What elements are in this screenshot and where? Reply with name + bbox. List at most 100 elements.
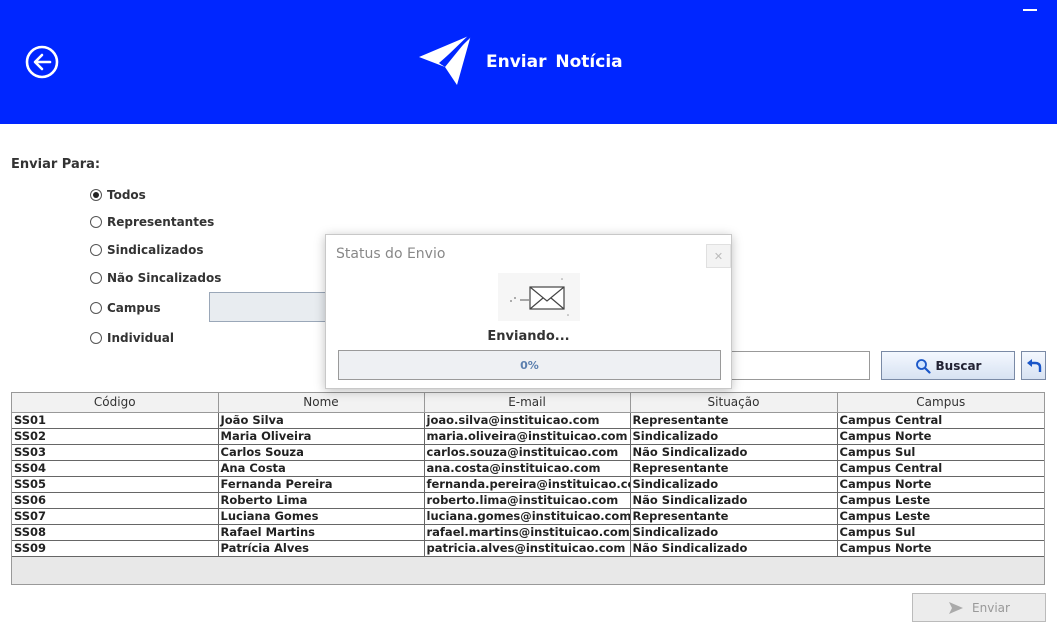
status-dialog: Status do Envio ✕ Enviando... 0%: [325, 234, 732, 389]
table-cell: Sindicalizado: [630, 524, 838, 541]
table-cell: Não Sindicalizado: [630, 540, 838, 557]
table-cell: Ana Costa: [218, 460, 425, 477]
table-cell: luciana.gomes@instituicao.com: [424, 508, 631, 525]
enviar-para-label: Enviar Para:: [11, 157, 101, 172]
radio-button-icon[interactable]: [90, 332, 102, 344]
enviar-button[interactable]: Enviar: [912, 593, 1046, 622]
buscar-label: Buscar: [935, 358, 982, 373]
send-icon: [949, 601, 964, 614]
table-cell: Carlos Souza: [218, 444, 425, 461]
table-cell: Patrícia Alves: [218, 540, 425, 557]
radio-nao-sincalizados[interactable]: Não Sincalizados: [90, 271, 221, 285]
radio-label: Representantes: [107, 215, 215, 229]
table-cell: SS07: [12, 508, 219, 525]
table-cell: carlos.souza@instituicao.com: [424, 444, 631, 461]
table-row[interactable]: SS03 Carlos Souza carlos.souza@instituic…: [12, 444, 1044, 461]
radio-button-icon[interactable]: [90, 244, 102, 256]
progress-bar: 0%: [338, 350, 721, 380]
radio-label: Todos: [107, 188, 146, 202]
table-cell: patricia.alves@instituicao.com: [424, 540, 631, 557]
table-cell: SS08: [12, 524, 219, 541]
table-cell: Campus Norte: [837, 428, 1044, 445]
minimize-icon[interactable]: [1023, 9, 1037, 11]
table-cell: Luciana Gomes: [218, 508, 425, 525]
close-icon[interactable]: ✕: [706, 244, 731, 268]
table-cell: SS02: [12, 428, 219, 445]
radio-label: Não Sincalizados: [107, 271, 222, 285]
table-cell: roberto.lima@instituicao.com: [424, 492, 631, 509]
table-cell: Campus Sul: [837, 444, 1044, 461]
table-cell: rafael.martins@instituicao.com: [424, 524, 631, 541]
table-cell: SS05: [12, 476, 219, 493]
radio-button-icon[interactable]: [90, 216, 102, 228]
table-row[interactable]: SS08 Rafael Martins rafael.martins@insti…: [12, 524, 1044, 541]
column-header-email[interactable]: E-mail: [424, 393, 631, 413]
column-header-nome[interactable]: Nome: [218, 393, 425, 413]
table-row[interactable]: SS05 Fernanda Pereira fernanda.pereira@i…: [12, 476, 1044, 493]
page-title: Enviar Notícia: [486, 52, 623, 72]
table-cell: Campus Leste: [837, 492, 1044, 509]
table-cell: Campus Norte: [837, 540, 1044, 557]
table-cell: fernanda.pereira@instituicao.com: [424, 476, 631, 493]
recipients-table[interactable]: Código Nome E-mail Situação Campus SS01 …: [11, 392, 1045, 585]
paper-plane-icon: [419, 33, 473, 85]
table-cell: Campus Leste: [837, 508, 1044, 525]
table-cell: Sindicalizado: [630, 428, 838, 445]
table-cell: Campus Norte: [837, 476, 1044, 493]
table-cell: Fernanda Pereira: [218, 476, 425, 493]
table-row[interactable]: SS02 Maria Oliveira maria.oliveira@insti…: [12, 428, 1044, 445]
table-cell: Não Sindicalizado: [630, 492, 838, 509]
table-row[interactable]: SS07 Luciana Gomes luciana.gomes@institu…: [12, 508, 1044, 525]
table-header-row: Código Nome E-mail Situação Campus: [12, 393, 1044, 413]
header-bar: Enviar Notícia: [0, 0, 1057, 124]
table-cell: SS01: [12, 412, 219, 429]
table-cell: SS06: [12, 492, 219, 509]
radio-button-icon[interactable]: [90, 302, 102, 314]
table-cell: SS09: [12, 540, 219, 557]
radio-button-icon[interactable]: [90, 272, 102, 284]
table-cell: Sindicalizado: [630, 476, 838, 493]
campus-select[interactable]: [209, 292, 339, 322]
radio-label: Campus: [107, 301, 161, 315]
radio-button-icon[interactable]: [90, 189, 102, 201]
table-cell: Representante: [630, 412, 838, 429]
radio-label: Sindicalizados: [107, 243, 204, 257]
table-cell: Roberto Lima: [218, 492, 425, 509]
table-cell: Rafael Martins: [218, 524, 425, 541]
undo-button[interactable]: [1021, 351, 1046, 380]
table-row[interactable]: SS04 Ana Costa ana.costa@instituicao.com…: [12, 460, 1044, 477]
table-cell: Representante: [630, 460, 838, 477]
enviar-label: Enviar: [972, 600, 1010, 615]
radio-sindicalizados[interactable]: Sindicalizados: [90, 243, 204, 257]
buscar-button[interactable]: Buscar: [881, 351, 1015, 380]
table-row[interactable]: SS09 Patrícia Alves patricia.alves@insti…: [12, 540, 1044, 557]
table-cell: Representante: [630, 508, 838, 525]
radio-campus[interactable]: Campus: [90, 301, 161, 315]
table-cell: ana.costa@instituicao.com: [424, 460, 631, 477]
table-row[interactable]: SS06 Roberto Lima roberto.lima@instituic…: [12, 492, 1044, 509]
table-cell: Não Sindicalizado: [630, 444, 838, 461]
radio-individual[interactable]: Individual: [90, 331, 174, 345]
table-cell: João Silva: [218, 412, 425, 429]
dialog-status-text: Enviando...: [487, 329, 570, 344]
progress-text: 0%: [520, 358, 539, 372]
radio-label: Individual: [107, 331, 174, 345]
column-header-campus[interactable]: Campus: [837, 393, 1044, 413]
radio-todos[interactable]: Todos: [90, 188, 146, 202]
table-cell: Campus Central: [837, 412, 1044, 429]
table-cell: SS03: [12, 444, 219, 461]
column-header-codigo[interactable]: Código: [12, 393, 219, 413]
search-icon: [915, 358, 931, 374]
dialog-title: Status do Envio: [336, 246, 446, 262]
search-input[interactable]: [718, 351, 870, 380]
column-header-situacao[interactable]: Situação: [630, 393, 838, 413]
table-cell: Campus Sul: [837, 524, 1044, 541]
table-row[interactable]: SS01 João Silva joao.silva@instituicao.c…: [12, 412, 1044, 429]
table-cell: SS04: [12, 460, 219, 477]
back-arrow-circle-icon[interactable]: [25, 45, 59, 79]
table-cell: Maria Oliveira: [218, 428, 425, 445]
table-cell: maria.oliveira@instituicao.com: [424, 428, 631, 445]
undo-arrow-icon: [1026, 358, 1041, 372]
table-cell: joao.silva@instituicao.com: [424, 412, 631, 429]
radio-representantes[interactable]: Representantes: [90, 215, 214, 229]
